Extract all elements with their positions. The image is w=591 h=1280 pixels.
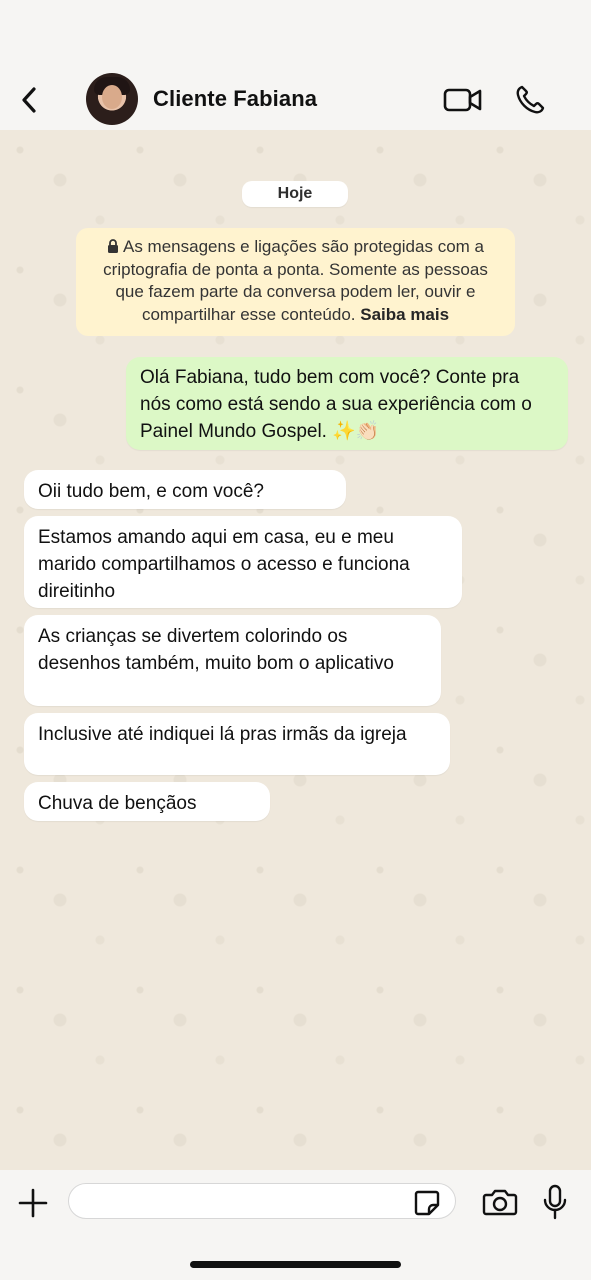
message-text: Olá Fabiana, tudo bem com você? Conte pr… bbox=[140, 367, 532, 442]
plus-icon bbox=[18, 1188, 48, 1218]
incoming-message[interactable]: As crianças se divertem colorindo os des… bbox=[24, 615, 441, 706]
video-camera-icon bbox=[443, 88, 482, 112]
back-button[interactable] bbox=[14, 84, 44, 116]
voice-message-button[interactable] bbox=[541, 1183, 569, 1221]
outgoing-message[interactable]: Olá Fabiana, tudo bem com você? Conte pr… bbox=[126, 357, 568, 450]
microphone-icon bbox=[543, 1184, 567, 1220]
phone-icon bbox=[516, 85, 545, 114]
contact-avatar[interactable] bbox=[86, 73, 138, 125]
attach-button[interactable] bbox=[16, 1186, 50, 1220]
message-text: Oii tudo bem, e com você? bbox=[38, 481, 264, 502]
encryption-notice[interactable]: As mensagens e ligações são protegidas c… bbox=[76, 228, 515, 336]
message-text: Inclusive até indiquei lá pras irmãs da … bbox=[38, 724, 407, 745]
voice-call-button[interactable] bbox=[512, 82, 548, 118]
camera-button[interactable] bbox=[482, 1186, 518, 1218]
video-call-button[interactable] bbox=[443, 84, 483, 116]
chevron-left-icon bbox=[22, 87, 36, 113]
avatar-face bbox=[102, 85, 122, 109]
lock-icon bbox=[108, 239, 118, 253]
contact-name[interactable]: Cliente Fabiana bbox=[153, 86, 317, 112]
message-text: Chuva de bençãos bbox=[38, 793, 197, 814]
home-indicator[interactable] bbox=[190, 1261, 401, 1268]
sticker-button[interactable] bbox=[413, 1189, 441, 1217]
message-input[interactable] bbox=[68, 1183, 456, 1219]
sticker-icon bbox=[414, 1190, 440, 1216]
learn-more-link[interactable]: Saiba mais bbox=[360, 305, 449, 324]
camera-icon bbox=[482, 1189, 518, 1216]
message-text: Estamos amando aqui em casa, eu e meu ma… bbox=[38, 527, 410, 602]
chat-header: Cliente Fabiana bbox=[0, 0, 591, 130]
date-separator: Hoje bbox=[242, 181, 348, 207]
incoming-message[interactable]: Estamos amando aqui em casa, eu e meu ma… bbox=[24, 516, 462, 608]
incoming-message[interactable]: Inclusive até indiquei lá pras irmãs da … bbox=[24, 713, 450, 775]
incoming-message[interactable]: Oii tudo bem, e com você? bbox=[24, 470, 346, 509]
incoming-message[interactable]: Chuva de bençãos bbox=[24, 782, 270, 821]
message-text: As crianças se divertem colorindo os des… bbox=[38, 626, 394, 674]
